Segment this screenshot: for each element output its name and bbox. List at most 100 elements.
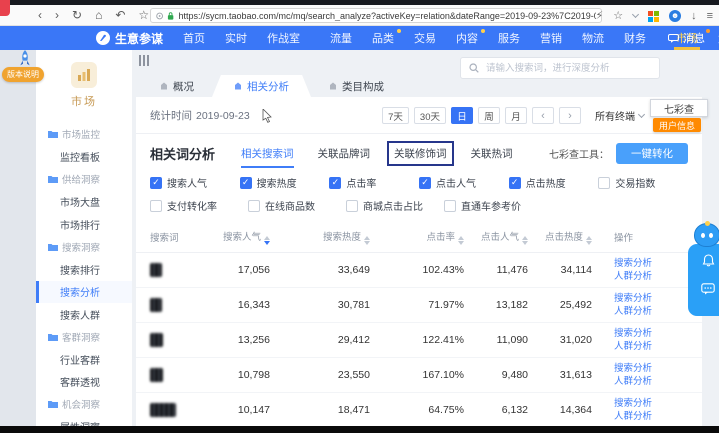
crowd-analysis-link[interactable]: 人群分析 [614,375,702,388]
userinfo-float-button[interactable]: 用户信息 [653,118,701,132]
history-icon[interactable]: ↶ [115,9,125,21]
nav-item-realtime[interactable]: 实时 [215,26,257,50]
checkbox-checked-icon[interactable]: ✓ [150,177,162,189]
tab-category-composition[interactable]: 类目构成 [311,75,402,97]
search-analysis-link[interactable]: 搜索分析 [614,327,702,340]
nav-item-finance[interactable]: 财务 [614,26,656,50]
range-month-button[interactable]: 月 [505,107,527,124]
favorite-star-icon[interactable]: ☆ [613,11,623,22]
checkbox-unchecked-icon[interactable] [598,177,610,189]
version-badge[interactable]: 版本说明 [2,67,44,82]
metric-online-products[interactable]: 在线商品数 [248,198,346,213]
home-icon[interactable]: ⌂ [95,9,102,21]
sidebar-item-search-ranking[interactable]: 搜索排行 [36,258,132,281]
sidebar-item-market-overview[interactable]: 市场大盘 [36,191,132,214]
metric-mall-click-share[interactable]: 商城点击占比 [346,198,444,213]
sort-icon[interactable] [264,236,270,245]
nav-item-logistics[interactable]: 物流 [572,26,614,50]
prev-date-button[interactable]: ‹ [532,107,554,124]
subtab-modifier-words[interactable]: 关联修饰词 [387,141,454,166]
sidebar-group-search-insight[interactable]: 搜索洞察 [36,236,132,259]
sidebar-group-opportunity-insight[interactable]: 机会洞察 [36,393,132,416]
range-day-button[interactable]: 日 [451,107,473,124]
terminal-filter[interactable]: 所有终端 [595,108,644,123]
forward-icon[interactable]: › [55,9,59,21]
sidebar-item-search-crowd[interactable]: 搜索人群 [36,303,132,326]
metric-click-popularity[interactable]: ✓点击人气 [419,175,509,190]
sidebar-group-supply-insight[interactable]: 供给洞察 [36,168,132,191]
nav-item-trade[interactable]: 交易 [404,26,446,50]
apps-grid-icon[interactable] [648,11,659,22]
sort-icon[interactable] [586,236,592,245]
nav-item-warroom[interactable]: 作战室 [257,26,310,50]
one-key-convert-button[interactable]: 一键转化 [616,143,688,164]
metric-search-heat[interactable]: ✓搜索热度 [240,175,330,190]
checkbox-checked-icon[interactable]: ✓ [509,177,521,189]
menu-icon[interactable]: ≡ [707,11,713,22]
reload-icon[interactable]: ↻ [72,9,82,21]
sort-icon[interactable] [522,236,528,245]
nav-item-home[interactable]: 首页 [173,26,215,50]
site-info-icon[interactable] [156,12,163,20]
subtab-related-search-words[interactable]: 相关搜索词 [241,146,294,161]
search-analysis-link[interactable]: 搜索分析 [614,362,702,375]
range-30d-button[interactable]: 30天 [414,107,446,124]
qicai-float-button[interactable]: 七彩查 [650,99,708,117]
sidebar-item-search-analysis[interactable]: 搜索分析 [36,281,132,304]
metric-pay-conversion[interactable]: 支付转化率 [150,198,248,213]
checkbox-unchecked-icon[interactable] [346,200,358,212]
metric-ztc-reference-price[interactable]: 直通车参考价 [444,198,542,213]
metric-click-heat[interactable]: ✓点击热度 [509,175,599,190]
metric-search-popularity[interactable]: ✓搜索人气 [150,175,240,190]
checkbox-unchecked-icon[interactable] [444,200,456,212]
tab-relation-analysis[interactable]: 相关分析 [212,75,311,97]
sort-icon[interactable] [458,236,464,245]
sidebar-group-customer-insight[interactable]: 客群洞察 [36,326,132,349]
checkbox-checked-icon[interactable]: ✓ [240,177,252,189]
messages-entry[interactable]: 消息 [668,26,705,50]
range-week-button[interactable]: 周 [478,107,500,124]
subtab-brand-words[interactable]: 关联品牌词 [318,146,371,161]
nav-item-traffic[interactable]: 流量 [320,26,362,50]
brand[interactable]: 生意参谋 [96,30,163,47]
stat-time-value[interactable]: 2019-09-23 [196,110,250,122]
crowd-analysis-link[interactable]: 人群分析 [614,410,702,423]
flash-icon[interactable]: ⚡ [595,11,603,22]
crowd-analysis-link[interactable]: 人群分析 [614,340,702,353]
sidebar-item-market-ranking[interactable]: 市场排行 [36,213,132,236]
metric-trade-index[interactable]: 交易指数 [598,175,688,190]
bookmark-star-icon[interactable]: ☆ [138,9,149,21]
col-search-popularity[interactable]: 搜索人气 [208,221,270,253]
checkbox-unchecked-icon[interactable] [248,200,260,212]
sort-icon[interactable] [364,236,370,245]
search-analysis-link[interactable]: 搜索分析 [614,397,702,410]
sidebar-item-customer-perspective[interactable]: 客群透视 [36,371,132,394]
checkbox-checked-icon[interactable]: ✓ [329,177,341,189]
sidebar-group-market-monitor[interactable]: 市场监控 [36,123,132,146]
range-7d-button[interactable]: 7天 [382,107,409,124]
back-icon[interactable]: ‹ [38,9,42,21]
subtab-hot-words[interactable]: 关联热词 [471,146,513,161]
tab-overview[interactable]: 概况 [142,75,212,97]
sidebar-item-monitor-board[interactable]: 监控看板 [36,146,132,169]
sidebar-item-industry-customers[interactable]: 行业客群 [36,348,132,371]
metric-click-rate[interactable]: ✓点击率 [329,175,419,190]
next-date-button[interactable]: › [559,107,581,124]
nav-item-content[interactable]: 内容 [446,26,488,50]
col-click-popularity[interactable]: 点击人气 [464,221,528,253]
search-input[interactable] [484,62,651,75]
mascot-icon[interactable] [694,223,719,247]
keyword-search-box[interactable] [460,57,660,79]
checkbox-checked-icon[interactable]: ✓ [419,177,431,189]
checkbox-unchecked-icon[interactable] [150,200,162,212]
nav-item-category[interactable]: 品类 [362,26,404,50]
messenger-icon[interactable]: ☻ [669,10,681,22]
col-search-heat[interactable]: 搜索热度 [270,221,370,253]
download-icon[interactable]: ↓ [691,11,697,22]
chat-bubble-icon[interactable] [701,283,715,295]
nav-item-marketing[interactable]: 营销 [530,26,572,50]
address-bar[interactable]: https://sycm.taobao.com/mc/mq/search_ana… [150,8,602,23]
bell-icon[interactable] [702,254,715,267]
col-click-rate[interactable]: 点击率 [370,221,464,253]
drag-handle-icon[interactable] [139,55,149,66]
